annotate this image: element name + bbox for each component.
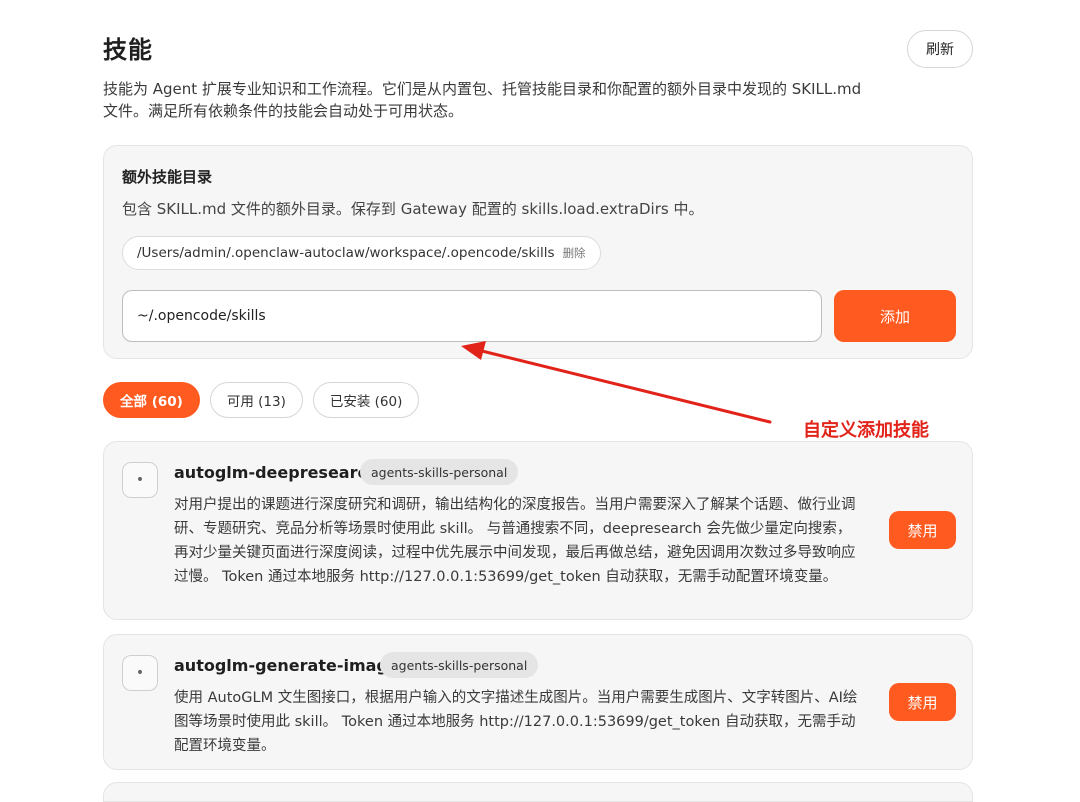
tab-all[interactable]: 全部 (60) (103, 382, 200, 418)
dir-delete-button[interactable]: 删除 (563, 245, 586, 261)
page-description: 技能为 Agent 扩展专业知识和工作流程。它们是从内置包、托管技能目录和你配置… (103, 80, 862, 120)
tab-installed[interactable]: 已安装 (60) (312, 382, 420, 418)
extra-dirs-card: 额外技能目录 包含 SKILL.md 文件的额外目录。保存到 Gateway 配… (103, 145, 973, 359)
disable-button[interactable]: 禁用 (889, 683, 956, 721)
skill-description: 对用户提出的课题进行深度研究和调研，输出结构化的深度报告。当用户需要深入了解某个… (174, 497, 856, 585)
skill-card-generate-image: • autoglm-generate-image agents-skills-p… (103, 634, 973, 770)
disable-button[interactable]: 禁用 (889, 511, 956, 549)
skill-source-tag: agents-skills-personal (380, 652, 539, 678)
skill-name: autoglm-generate-image (174, 656, 399, 675)
dir-chip-path: /Users/admin/.openclaw-autoclaw/workspac… (137, 245, 555, 261)
skill-toggle-checkbox[interactable]: • (122, 655, 158, 691)
tab-available[interactable]: 可用 (13) (209, 382, 303, 418)
skill-toggle-checkbox[interactable]: • (122, 462, 158, 498)
skill-description: 使用 AutoGLM 文生图接口，根据用户输入的文字描述生成图片。当用户需要生成… (174, 690, 858, 754)
annotation-arrow-line (480, 349, 772, 424)
annotation-label: 自定义添加技能 (803, 420, 929, 441)
add-dir-button[interactable]: 添加 (834, 290, 956, 342)
extra-dirs-title: 额外技能目录 (122, 168, 213, 186)
skill-name: autoglm-deepresearch (174, 463, 379, 482)
next-skill-card (103, 782, 973, 802)
skill-card-deepresearch: • autoglm-deepresearch agents-skills-per… (103, 441, 973, 620)
page-title: 技能 (103, 36, 153, 64)
filter-tabs: 全部 (60) 可用 (13) 已安装 (60) (103, 382, 420, 418)
extra-dir-input[interactable] (122, 290, 822, 342)
skill-source-tag: agents-skills-personal (360, 459, 519, 485)
refresh-button[interactable]: 刷新 (907, 30, 973, 68)
dir-chip: /Users/admin/.openclaw-autoclaw/workspac… (122, 236, 601, 270)
extra-dirs-description: 包含 SKILL.md 文件的额外目录。保存到 Gateway 配置的 skil… (122, 200, 704, 218)
